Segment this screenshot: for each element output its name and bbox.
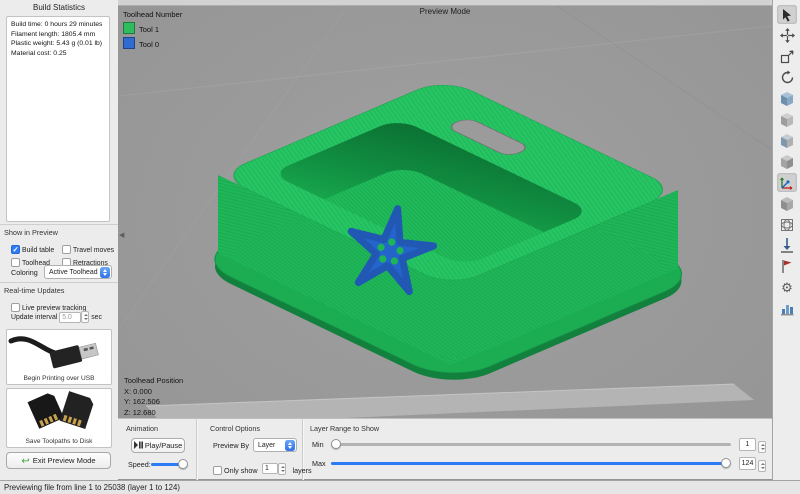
disk-button-caption: Save Toolpaths to Disk: [7, 438, 111, 445]
left-panel: Build Statistics Build time: 0 hours 29 …: [0, 0, 119, 480]
stat-material-cost: Material cost: 0.25: [11, 49, 109, 59]
min-stepper[interactable]: [758, 438, 766, 456]
preview-by-label: Preview By: [213, 441, 249, 450]
preview-control-bar: Animation Play/Pause Speed: Control Opti…: [118, 418, 772, 479]
right-toolbar: ⚙: [772, 0, 800, 480]
coloring-label: Coloring: [11, 268, 38, 277]
play-pause-label: Play/Pause: [145, 441, 182, 450]
max-stepper[interactable]: [758, 457, 766, 475]
stat-filament-length: Filament length: 1805.4 mm: [11, 30, 109, 40]
play-pause-icon: [134, 441, 143, 449]
play-pause-button[interactable]: Play/Pause: [131, 438, 185, 453]
only-show-row: Only show 1 layers: [213, 460, 312, 478]
usb-cable-image: [7, 331, 109, 371]
statistics-bars-icon[interactable]: [777, 299, 797, 318]
dropdown-arrows-icon: [100, 267, 110, 278]
rotate-view-icon[interactable]: [777, 68, 797, 87]
view-cube-iso-icon[interactable]: [777, 89, 797, 108]
sd-cards-image: [7, 390, 109, 434]
speed-slider[interactable]: [151, 463, 187, 466]
model-scene: [118, 0, 772, 480]
viewport-3d[interactable]: Preview Mode Toolhead Number Tool 1 Tool…: [118, 0, 772, 480]
realtime-updates-header: Real-time Updates: [0, 282, 118, 295]
drop-model-icon[interactable]: [777, 236, 797, 255]
status-bar: Previewing file from line 1 to 25038 (la…: [0, 480, 800, 494]
usb-button-caption: Begin Printing over USB: [7, 375, 111, 382]
tool0-label: Tool 0: [139, 40, 159, 49]
stat-plastic-weight: Plastic weight: 5.43 g (0.01 lb): [11, 39, 109, 49]
show-in-preview-header: Show in Preview: [0, 224, 118, 237]
toolhead-y: Y: 162.506: [124, 397, 183, 408]
min-label: Min: [312, 440, 324, 449]
toolhead-legend: Toolhead Number Tool 1 Tool 0: [123, 10, 182, 49]
coordinate-axes-icon[interactable]: [777, 173, 797, 192]
scale-icon[interactable]: [777, 47, 797, 66]
only-show-checkbox[interactable]: [213, 466, 222, 475]
legend-item-tool0: Tool 0: [123, 37, 182, 49]
preview-by-value: Layer: [258, 442, 275, 449]
dropdown-arrows-icon: [285, 440, 295, 451]
preview-by-dropdown[interactable]: Layer: [253, 438, 297, 452]
begin-printing-usb-button[interactable]: Begin Printing over USB: [6, 329, 112, 385]
wireframe-view-icon[interactable]: [777, 215, 797, 234]
toolhead-position-title: Toolhead Position: [124, 376, 183, 387]
tool0-swatch: [123, 37, 135, 49]
legend-item-tool1: Tool 1: [123, 22, 182, 34]
min-slider[interactable]: [331, 443, 731, 446]
max-slider[interactable]: [331, 462, 731, 465]
max-value-box[interactable]: 124: [739, 457, 756, 470]
toolhead-x: X: 0.000: [124, 387, 183, 398]
layer-range-title: Layer Range to Show: [310, 424, 379, 433]
coloring-dropdown[interactable]: Active Toolhead: [44, 265, 112, 279]
settings-gear-icon[interactable]: ⚙: [777, 278, 797, 297]
view-cube-right-icon[interactable]: [777, 152, 797, 171]
tool1-swatch: [123, 22, 135, 34]
status-text: Previewing file from line 1 to 25038 (la…: [4, 483, 180, 492]
only-show-label: Only show: [224, 466, 258, 475]
only-show-stepper[interactable]: [278, 463, 286, 475]
max-label: Max: [312, 459, 326, 468]
tool1-label: Tool 1: [139, 25, 159, 34]
update-interval-input[interactable]: 5.0: [59, 312, 81, 323]
preview-mode-title: Preview Mode: [118, 7, 772, 16]
control-options-title: Control Options: [210, 424, 260, 433]
view-cube-front-icon[interactable]: [777, 110, 797, 129]
update-interval-unit: sec: [91, 314, 102, 321]
divider: [196, 419, 198, 480]
update-interval-stepper[interactable]: [81, 311, 89, 323]
speed-label: Speed:: [128, 460, 151, 469]
exit-preview-mode-button[interactable]: ↩ Exit Preview Mode: [6, 452, 111, 469]
update-interval-row: Update interval 5.0 sec: [11, 311, 102, 323]
toolhead-position-readout: Toolhead Position X: 0.000 Y: 162.506 Z:…: [124, 376, 183, 418]
update-interval-label: Update interval: [11, 314, 57, 321]
save-toolpaths-button[interactable]: Save Toolpaths to Disk: [6, 388, 112, 448]
coloring-value: Active Toolhead: [49, 269, 98, 276]
only-show-input[interactable]: 1: [262, 463, 278, 474]
min-slider-thumb[interactable]: [331, 439, 341, 449]
build-statistics-box: Build time: 0 hours 29 minutes Filament …: [6, 16, 110, 222]
legend-title: Toolhead Number: [123, 10, 182, 19]
flag-icon[interactable]: [777, 257, 797, 276]
layers-label: layers: [292, 466, 311, 475]
toolhead-checkbox[interactable]: [11, 258, 20, 267]
pan-icon[interactable]: [777, 26, 797, 45]
view-cube-left-icon[interactable]: [777, 131, 797, 150]
stat-build-time: Build time: 0 hours 29 minutes: [11, 20, 109, 30]
viewport-top-strip: [118, 0, 772, 6]
panel-title: Build Statistics: [0, 3, 118, 12]
exit-button-label: Exit Preview Mode: [33, 456, 96, 465]
cursor-icon[interactable]: [777, 5, 797, 24]
toolhead-z: Z: 12.680: [124, 408, 183, 419]
min-value-box[interactable]: 1: [739, 438, 756, 451]
app-window: Build Statistics Build time: 0 hours 29 …: [0, 0, 800, 494]
collapse-panel-arrow-icon[interactable]: ◀: [119, 231, 124, 239]
speed-slider-thumb[interactable]: [178, 459, 188, 469]
max-slider-thumb[interactable]: [721, 458, 731, 468]
view-cube-bottom-icon[interactable]: [777, 194, 797, 213]
animation-title: Animation: [126, 424, 158, 433]
back-arrow-icon: ↩: [21, 456, 29, 467]
